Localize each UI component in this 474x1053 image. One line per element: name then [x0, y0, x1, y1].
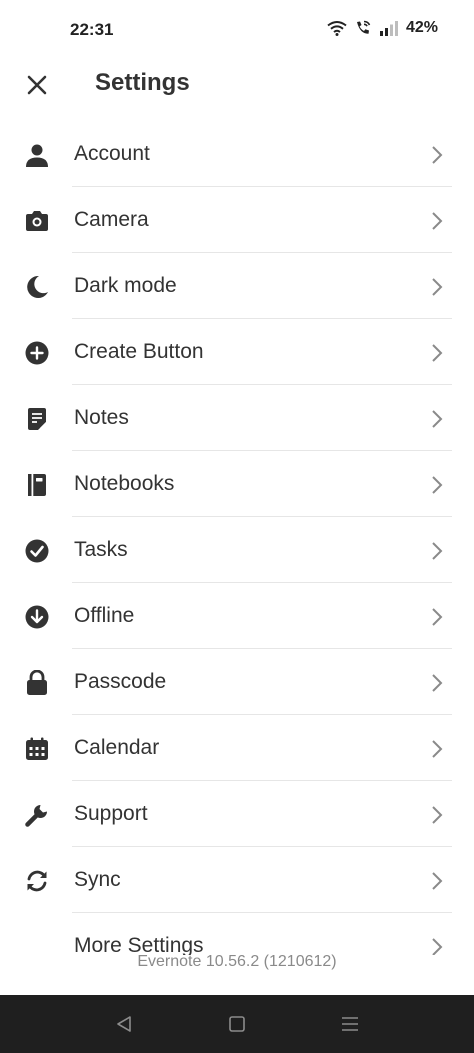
moon-icon: [24, 274, 50, 300]
settings-item-offline[interactable]: Offline: [0, 583, 474, 649]
chevron-right-icon: [432, 344, 443, 362]
close-button[interactable]: [20, 68, 54, 102]
page-title: Settings: [95, 69, 190, 96]
settings-item-label: Tasks: [74, 538, 128, 561]
plus-circle-icon: [24, 340, 50, 366]
settings-item-label: Support: [74, 802, 148, 825]
chevron-right-icon: [432, 212, 443, 230]
settings-item-label: Account: [74, 142, 150, 165]
settings-list: Account Camera Dark mode Create Button N…: [0, 121, 474, 955]
chevron-right-icon: [432, 674, 443, 692]
settings-item-label: Create Button: [74, 340, 204, 363]
back-button[interactable]: [111, 1012, 137, 1036]
settings-item-calendar[interactable]: Calendar: [0, 715, 474, 781]
settings-item-label: Camera: [74, 208, 149, 231]
chevron-right-icon: [432, 278, 443, 296]
signal-icon: [379, 20, 399, 36]
note-icon: [24, 406, 50, 432]
settings-item-notebooks[interactable]: Notebooks: [0, 451, 474, 517]
chevron-right-icon: [432, 476, 443, 494]
back-icon: [117, 1016, 131, 1032]
settings-item-camera[interactable]: Camera: [0, 187, 474, 253]
chevron-right-icon: [432, 410, 443, 428]
status-time: 22:31: [70, 20, 114, 39]
check-circle-icon: [24, 538, 50, 564]
close-icon: [27, 75, 47, 95]
home-button[interactable]: [224, 1012, 250, 1036]
download-circle-icon: [24, 604, 50, 630]
settings-item-label: Dark mode: [74, 274, 177, 297]
camera-icon: [24, 208, 50, 234]
settings-item-label: Calendar: [74, 736, 160, 759]
settings-item-label: Passcode: [74, 670, 167, 693]
settings-item-label: Notebooks: [74, 472, 175, 495]
menu-button[interactable]: [337, 1012, 363, 1036]
notebook-icon: [24, 472, 50, 498]
settings-item-notes[interactable]: Notes: [0, 385, 474, 451]
settings-item-support[interactable]: Support: [0, 781, 474, 847]
wifi-calling-icon: [354, 20, 372, 36]
person-icon: [24, 142, 50, 168]
chevron-right-icon: [432, 740, 443, 758]
chevron-right-icon: [432, 872, 443, 890]
chevron-right-icon: [432, 608, 443, 626]
sync-icon: [24, 868, 50, 894]
navigation-bar: [0, 995, 474, 1053]
settings-item-account[interactable]: Account: [0, 121, 474, 187]
settings-item-label: Offline: [74, 604, 135, 627]
header: Settings: [0, 60, 474, 120]
settings-item-label: Notes: [74, 406, 129, 429]
chevron-right-icon: [432, 542, 443, 560]
settings-item-more-settings[interactable]: More Settings: [0, 913, 474, 955]
chevron-right-icon: [432, 806, 443, 824]
settings-item-dark-mode[interactable]: Dark mode: [0, 253, 474, 319]
status-icons: 42%: [327, 19, 438, 37]
home-icon: [229, 1016, 245, 1032]
settings-item-sync[interactable]: Sync: [0, 847, 474, 913]
settings-screen: 22:31 42% Settings Account Camera Dark m…: [0, 0, 474, 1053]
wrench-icon: [24, 802, 50, 828]
calendar-icon: [24, 736, 50, 762]
settings-item-passcode[interactable]: Passcode: [0, 649, 474, 715]
status-bar: 22:31 42%: [0, 0, 474, 60]
chevron-right-icon: [432, 146, 443, 164]
wifi-icon: [327, 20, 347, 36]
app-version: Evernote 10.56.2 (1210612): [137, 953, 337, 970]
settings-item-label: More Settings: [74, 934, 204, 955]
lock-icon: [24, 670, 50, 696]
menu-icon: [342, 1017, 358, 1031]
settings-item-label: Sync: [74, 868, 121, 891]
battery-percentage: 42%: [405, 19, 438, 36]
settings-item-tasks[interactable]: Tasks: [0, 517, 474, 583]
settings-item-create-button[interactable]: Create Button: [0, 319, 474, 385]
